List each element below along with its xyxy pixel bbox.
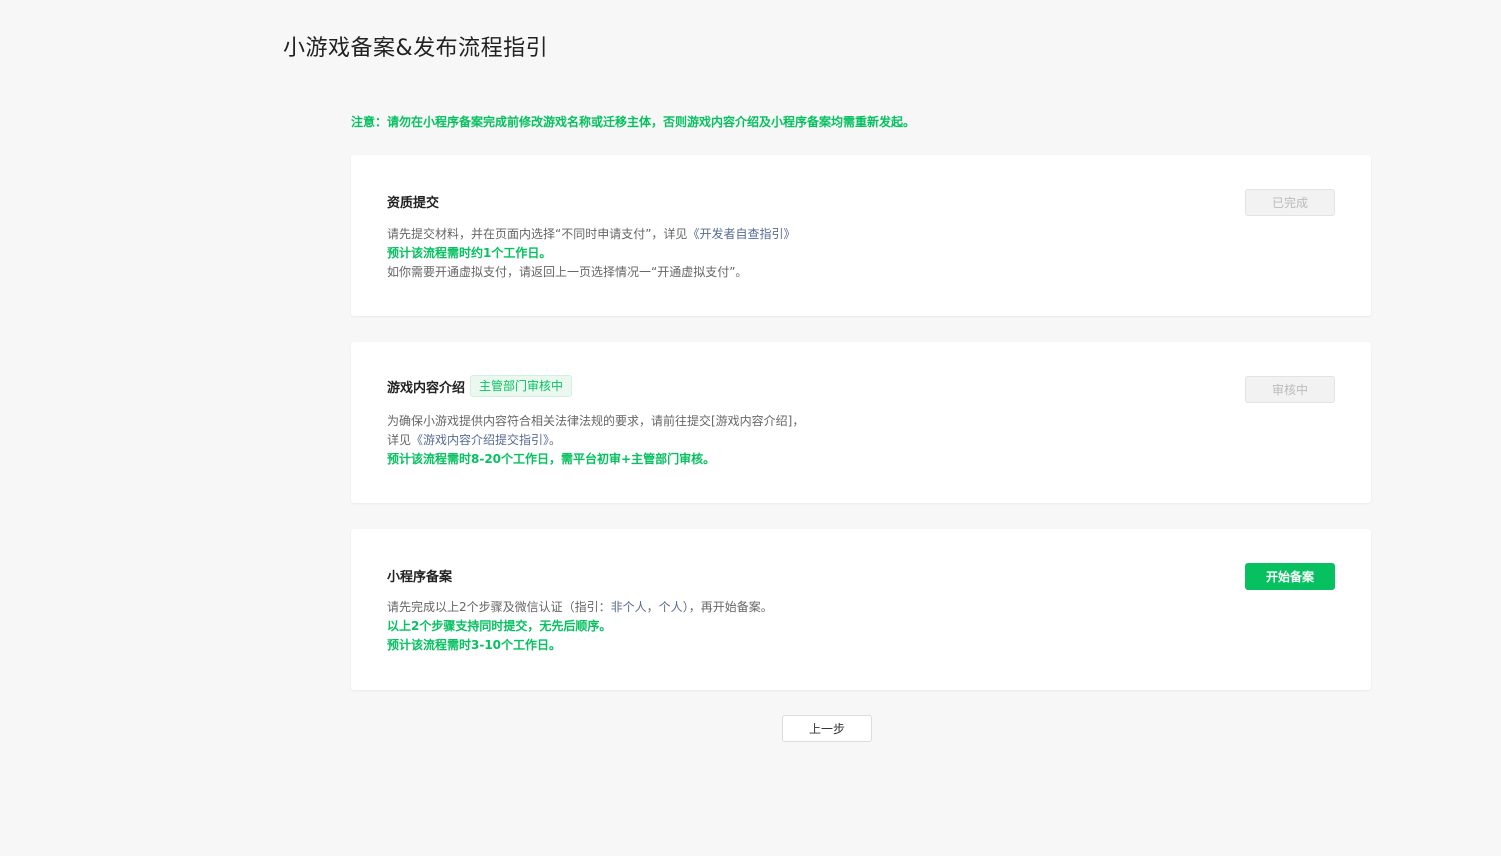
start-filing-button[interactable]: 开始备案 [1245,563,1335,590]
back-button[interactable]: 上一步 [782,715,872,742]
game-content-desc-line-2: 详见《游戏内容介绍提交指引》。 [387,433,562,447]
game-content-desc-line-1: 为确保小游戏提供内容符合相关法律法规的要求，请前往提交[游戏内容介绍]， [387,414,805,428]
game-content-duration: 预计该流程需时8-20个工作日，需平台初审+主管部门审核。 [387,452,716,466]
filing-card: 小程序备案 开始备案 请先完成以上2个步骤及微信认证（指引：非个人，个人），再开… [351,529,1371,690]
qualification-desc: 请先提交材料，并在页面内选择“不同时申请支付”，详见《开发者自查指引》 预计该流… [387,225,795,282]
completed-button[interactable]: 已完成 [1245,189,1335,216]
qualification-desc-line-3: 如你需要开通虚拟支付，请返回上一页选择情况一“开通虚拟支付”。 [387,265,748,279]
filing-duration: 预计该流程需时3-10个工作日。 [387,638,562,652]
page-title: 小游戏备案&发布流程指引 [283,36,549,61]
game-content-title: 游戏内容介绍 [387,380,466,396]
individual-guide-link[interactable]: 个人 [659,600,683,614]
non-individual-guide-link[interactable]: 非个人 [611,600,647,614]
self-check-guide-link[interactable]: 《开发者自查指引》 [687,227,795,241]
filing-title: 小程序备案 [387,570,453,585]
status-badge: 主管部门审核中 [470,375,573,397]
qualification-duration: 预计该流程需时约1个工作日。 [387,246,552,260]
notice-text: 注意：请勿在小程序备案完成前修改游戏名称或迁移主体，否则游戏内容介绍及小程序备案… [351,115,916,129]
qualification-card: 资质提交 已完成 请先提交材料，并在页面内选择“不同时申请支付”，详见《开发者自… [351,155,1371,316]
game-content-desc: 为确保小游戏提供内容符合相关法律法规的要求，请前往提交[游戏内容介绍]， 详见《… [387,412,804,469]
filing-desc-line-1: 请先完成以上2个步骤及微信认证（指引：非个人，个人），再开始备案。 [387,600,773,614]
qualification-desc-line-1: 请先提交材料，并在页面内选择“不同时申请支付”，详见《开发者自查指引》 [387,227,796,241]
qualification-title: 资质提交 [387,196,440,211]
filing-order-note: 以上2个步骤支持同时提交，无先后顺序。 [387,619,612,633]
game-content-guide-link[interactable]: 《游戏内容介绍提交指引》 [411,433,549,447]
game-content-card: 游戏内容介绍 主管部门审核中 审核中 为确保小游戏提供内容符合相关法律法规的要求… [351,342,1371,503]
filing-desc: 请先完成以上2个步骤及微信认证（指引：非个人，个人），再开始备案。 以上2个步骤… [387,598,773,655]
reviewing-button[interactable]: 审核中 [1245,376,1335,403]
